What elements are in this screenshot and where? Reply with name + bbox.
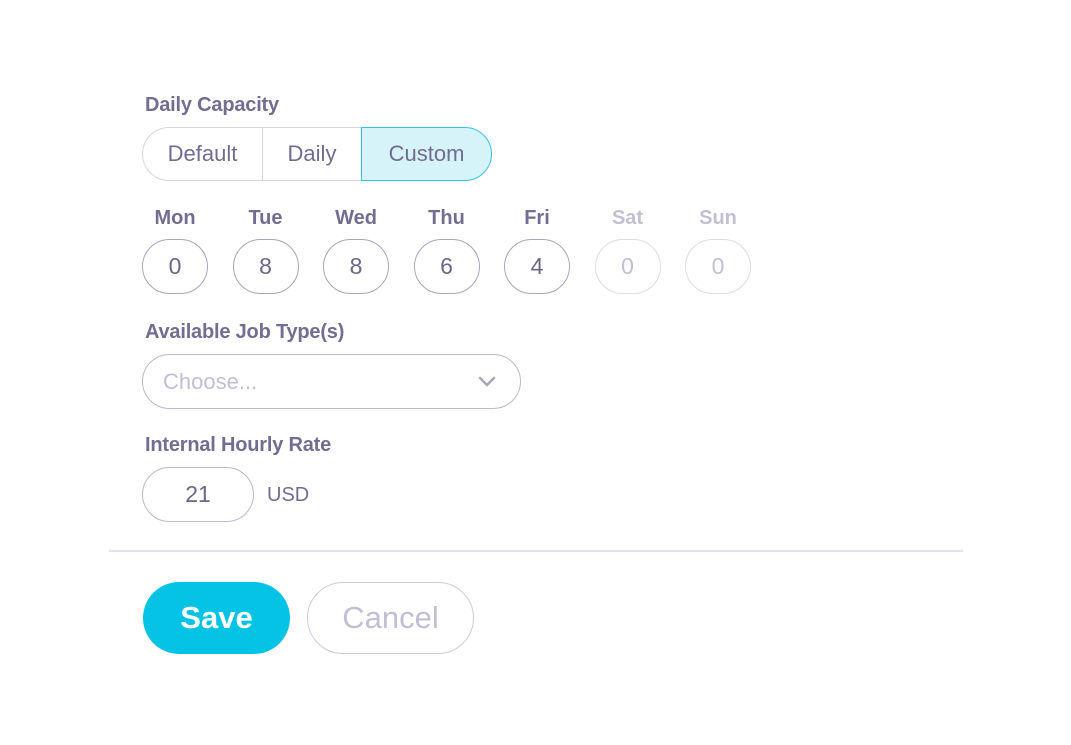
segment-custom[interactable]: Custom bbox=[361, 127, 492, 181]
day-wed: Wed bbox=[323, 204, 389, 294]
day-hours-input[interactable] bbox=[323, 239, 389, 294]
day-tue: Tue bbox=[232, 204, 299, 294]
hourly-rate-label: Internal Hourly Rate bbox=[145, 434, 332, 456]
day-label: Wed bbox=[335, 207, 377, 229]
job-types-placeholder: Choose... bbox=[163, 368, 258, 394]
cancel-button[interactable]: Cancel bbox=[307, 582, 474, 654]
day-sat: Sat bbox=[594, 204, 661, 294]
day-hours-input[interactable] bbox=[504, 239, 570, 294]
day-sun: Sun bbox=[685, 204, 751, 294]
day-label: Fri bbox=[524, 207, 550, 229]
day-capacity-row: Mon Tue Wed Thu Fri Sat Sun bbox=[142, 204, 776, 294]
day-label: Tue bbox=[248, 207, 283, 229]
segment-default[interactable]: Default bbox=[142, 127, 262, 181]
divider bbox=[109, 550, 963, 552]
day-hours-input[interactable] bbox=[413, 239, 480, 294]
day-hours-input[interactable] bbox=[232, 239, 299, 294]
day-label: Thu bbox=[428, 207, 465, 229]
day-fri: Fri bbox=[504, 204, 570, 294]
day-mon: Mon bbox=[142, 204, 208, 294]
job-types-label: Available Job Type(s) bbox=[145, 321, 345, 343]
day-label: Sun bbox=[699, 207, 737, 229]
daily-capacity-segmented-control: Default Daily Custom bbox=[142, 127, 492, 181]
daily-capacity-label: Daily Capacity bbox=[145, 94, 279, 116]
currency-label: USD bbox=[267, 484, 310, 506]
day-thu: Thu bbox=[413, 204, 480, 294]
day-hours-input[interactable] bbox=[142, 239, 208, 294]
chevron-down-icon bbox=[476, 371, 498, 393]
save-button[interactable]: Save bbox=[143, 582, 290, 654]
day-label: Sat bbox=[611, 207, 644, 229]
day-hours-input bbox=[594, 239, 661, 294]
segment-daily[interactable]: Daily bbox=[262, 127, 361, 181]
hourly-rate-input[interactable] bbox=[142, 467, 254, 522]
day-hours-input bbox=[685, 239, 751, 294]
job-types-select[interactable]: Choose... bbox=[142, 354, 521, 409]
day-label: Mon bbox=[154, 207, 196, 229]
